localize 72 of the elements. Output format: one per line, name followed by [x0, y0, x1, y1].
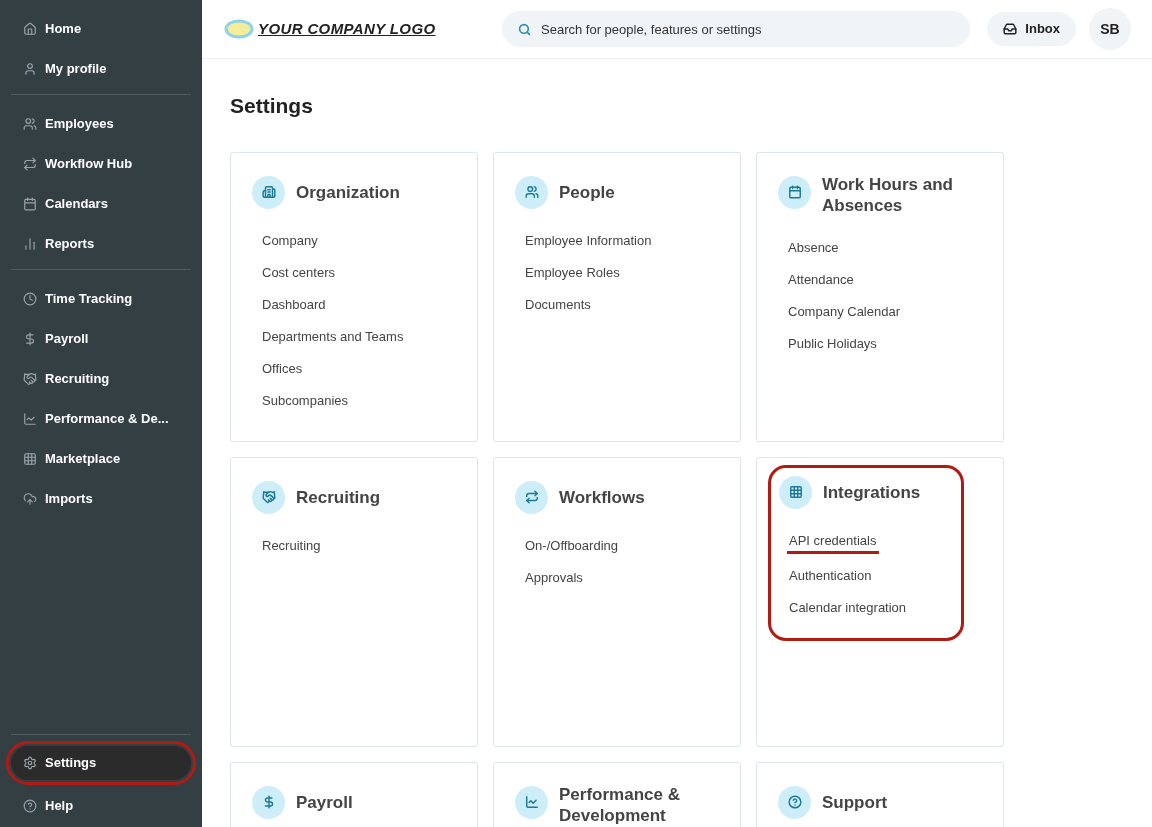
- settings-link[interactable]: Absence: [788, 236, 839, 258]
- users-icon: [23, 117, 37, 131]
- line-chart-icon: [23, 412, 37, 426]
- nav-item[interactable]: Employees: [11, 107, 191, 141]
- help-icon: [787, 795, 802, 809]
- repeat-icon: [23, 157, 37, 171]
- repeat-icon: [524, 490, 539, 504]
- nav-item[interactable]: Payroll: [11, 322, 191, 356]
- nav-item[interactable]: Reports: [11, 227, 191, 261]
- calendar-icon: [787, 185, 802, 199]
- clock-icon: [23, 292, 37, 306]
- card-title: Recruiting: [296, 486, 381, 508]
- settings-link[interactable]: Departments and Teams: [262, 325, 404, 347]
- settings-link[interactable]: Documents: [525, 293, 591, 315]
- user-avatar[interactable]: SB: [1089, 8, 1131, 50]
- bar-chart-icon: [23, 237, 37, 251]
- inbox-button[interactable]: Inbox: [987, 12, 1076, 46]
- settings-link[interactable]: Dashboard: [262, 293, 326, 315]
- card-title: People: [559, 181, 615, 203]
- cloud-upload-icon: [23, 492, 37, 506]
- card-title: Organization: [296, 181, 400, 203]
- search-field[interactable]: Search for people, features or settings: [502, 11, 970, 47]
- nav-item[interactable]: Time Tracking: [11, 282, 191, 316]
- search-icon: [518, 23, 531, 36]
- user-icon: [23, 62, 37, 76]
- building-icon: [261, 185, 276, 199]
- card-title: Work Hours and Absences: [822, 173, 954, 216]
- settings-link[interactable]: Calendar integration: [789, 596, 907, 618]
- card-title: Support: [822, 791, 888, 813]
- home-icon: [23, 22, 37, 36]
- help-icon: [23, 799, 37, 813]
- dollar-icon: [23, 332, 37, 346]
- settings-link[interactable]: Subcompanies: [262, 389, 348, 411]
- grid-icon: [788, 485, 803, 499]
- settings-link[interactable]: Employee Information: [525, 229, 652, 251]
- users-icon: [524, 185, 539, 199]
- company-logo[interactable]: YOUR COMPANY LOGO: [224, 17, 502, 41]
- nav-item[interactable]: Help: [11, 789, 191, 823]
- nav-item[interactable]: My profile: [11, 52, 191, 86]
- handshake-icon: [23, 372, 37, 386]
- nav-item[interactable]: Performance & De...: [11, 402, 191, 436]
- logo-ring-icon: [224, 18, 254, 40]
- calendar-icon: [23, 197, 37, 211]
- card-title: Workflows: [559, 486, 645, 508]
- settings-link[interactable]: Company: [262, 229, 318, 251]
- line-chart-icon: [524, 795, 539, 809]
- nav-item[interactable]: Calendars: [11, 187, 191, 221]
- nav-item[interactable]: Marketplace: [11, 442, 191, 476]
- settings-link[interactable]: Public Holidays: [788, 332, 877, 354]
- nav-item[interactable]: Home: [11, 12, 191, 46]
- settings-link[interactable]: Offices: [262, 357, 303, 379]
- nav-item[interactable]: Recruiting: [11, 362, 191, 396]
- handshake-icon: [261, 490, 276, 504]
- settings-link[interactable]: Company Calendar: [788, 300, 900, 322]
- grid-icon: [23, 452, 37, 466]
- settings-link[interactable]: Employee Roles: [525, 261, 620, 283]
- settings-link[interactable]: Recruiting: [262, 534, 321, 556]
- nav-item[interactable]: Settings: [11, 746, 191, 780]
- settings-link[interactable]: Authentication: [789, 564, 872, 586]
- settings-link[interactable]: On-/Offboarding: [525, 534, 618, 556]
- settings-link[interactable]: Attendance: [788, 268, 854, 290]
- card-title: Payroll: [296, 791, 353, 813]
- settings-link[interactable]: Approvals: [525, 566, 583, 588]
- settings-link[interactable]: API credentials: [789, 529, 877, 551]
- page-title: Settings: [230, 93, 313, 119]
- card-title: Integrations: [823, 481, 921, 503]
- nav-item[interactable]: Imports: [11, 482, 191, 516]
- inbox-icon: [1003, 22, 1018, 36]
- nav-item[interactable]: Workflow Hub: [11, 147, 191, 181]
- settings-link[interactable]: Cost centers: [262, 261, 335, 283]
- settings-icon: [23, 756, 37, 770]
- card-title: Performance & Development: [559, 783, 681, 826]
